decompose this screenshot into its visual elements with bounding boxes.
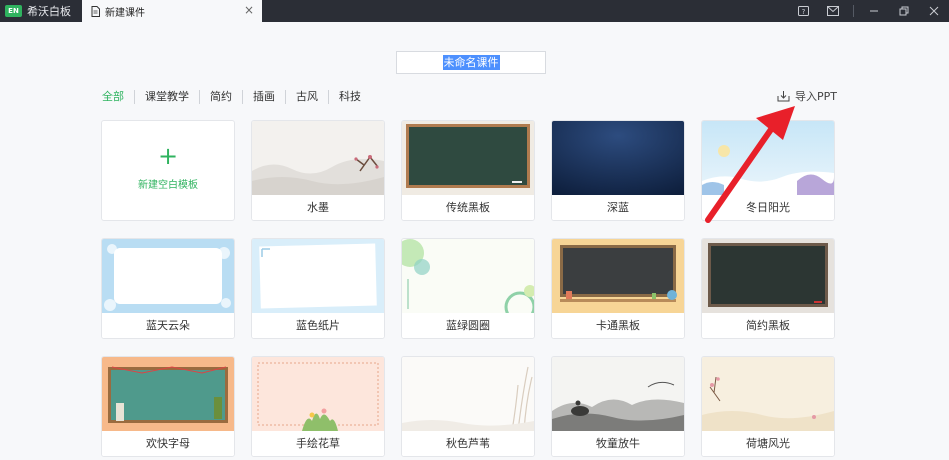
help-icon[interactable]: ? [788, 0, 818, 22]
template-label: 欢快字母 [102, 431, 234, 456]
template-label: 冬日阳光 [702, 195, 834, 220]
template-label: 水墨 [252, 195, 384, 220]
app-tab[interactable]: EN 希沃白板 [0, 0, 82, 22]
template-thumbnail [252, 239, 384, 313]
template-label: 荷塘风光 [702, 431, 834, 456]
template-label: 蓝天云朵 [102, 313, 234, 338]
template-thumbnail [102, 357, 234, 431]
course-name-input[interactable]: 未命名课件 [396, 51, 546, 74]
template-card-blue-sky[interactable]: 蓝天云朵 [101, 238, 235, 339]
template-label: 牧童放牛 [552, 431, 684, 456]
template-label: 深蓝 [552, 195, 684, 220]
tab-title: 新建课件 [105, 7, 145, 19]
template-card-blue-paper[interactable]: 蓝色纸片 [251, 238, 385, 339]
template-thumbnail [252, 121, 384, 195]
template-label: 秋色芦苇 [402, 431, 534, 456]
template-card-autumn-reeds[interactable]: 秋色芦苇 [401, 356, 535, 457]
template-card-blackboard[interactable]: 传统黑板 [401, 120, 535, 221]
course-name-value: 未命名课件 [442, 55, 500, 70]
template-card-green-circles[interactable]: 蓝绿圆圈 [401, 238, 535, 339]
template-card-simple-blackboard[interactable]: 简约黑板 [701, 238, 835, 339]
tab-new-courseware[interactable]: 新建课件 × [82, 0, 262, 22]
template-label: 卡通黑板 [552, 313, 684, 338]
template-thumbnail [402, 239, 534, 313]
template-label: 简约黑板 [702, 313, 834, 338]
category-tabs: 全部 课堂教学 简约 插画 古风 科技 [102, 90, 371, 104]
close-window-icon[interactable] [919, 0, 949, 22]
template-card-winter-sun[interactable]: 冬日阳光 [701, 120, 835, 221]
plus-icon: + [157, 142, 179, 170]
new-blank-template-card[interactable]: + 新建空白模板 [101, 120, 235, 221]
tab-all[interactable]: 全部 [102, 90, 134, 104]
app-logo: EN [5, 5, 22, 17]
title-bar: EN 希沃白板 新建课件 × ? [0, 0, 949, 22]
template-card-shepherd[interactable]: 牧童放牛 [551, 356, 685, 457]
template-card-cartoon-blackboard[interactable]: 卡通黑板 [551, 238, 685, 339]
template-card-happy-letters[interactable]: 欢快字母 [101, 356, 235, 457]
window-controls: ? [788, 0, 949, 22]
template-thumbnail [702, 239, 834, 313]
template-thumbnail [552, 121, 684, 195]
app-name: 希沃白板 [27, 5, 71, 18]
tab-simple[interactable]: 简约 [199, 90, 242, 104]
template-card-deep-blue[interactable]: 深蓝 [551, 120, 685, 221]
template-label: 蓝色纸片 [252, 313, 384, 338]
template-card-lotus-pond[interactable]: 荷塘风光 [701, 356, 835, 457]
template-thumbnail [552, 239, 684, 313]
template-thumbnail [702, 121, 834, 195]
template-label: 蓝绿圆圈 [402, 313, 534, 338]
import-icon [777, 91, 790, 102]
template-label: 传统黑板 [402, 195, 534, 220]
tab-close-icon[interactable]: × [244, 4, 254, 16]
tab-illustration[interactable]: 插画 [242, 90, 285, 104]
import-ppt-button[interactable]: 导入PPT [777, 88, 837, 104]
minimize-icon[interactable] [859, 0, 889, 22]
template-thumbnail [252, 357, 384, 431]
template-thumbnail [702, 357, 834, 431]
template-card-ink[interactable]: 水墨 [251, 120, 385, 221]
import-ppt-label: 导入PPT [795, 90, 837, 103]
tab-tech[interactable]: 科技 [328, 90, 371, 104]
template-thumbnail [402, 121, 534, 195]
tab-classroom[interactable]: 课堂教学 [134, 90, 199, 104]
document-icon [91, 5, 100, 17]
template-label: 手绘花草 [252, 431, 384, 456]
restore-icon[interactable] [889, 0, 919, 22]
new-blank-template-label: 新建空白模板 [138, 180, 198, 191]
svg-text:?: ? [801, 8, 805, 16]
tab-ancient[interactable]: 古风 [285, 90, 328, 104]
template-thumbnail [102, 239, 234, 313]
template-thumbnail [552, 357, 684, 431]
mail-icon[interactable] [818, 0, 848, 22]
template-thumbnail [402, 357, 534, 431]
separator [853, 5, 854, 17]
template-card-hand-drawn-flowers[interactable]: 手绘花草 [251, 356, 385, 457]
